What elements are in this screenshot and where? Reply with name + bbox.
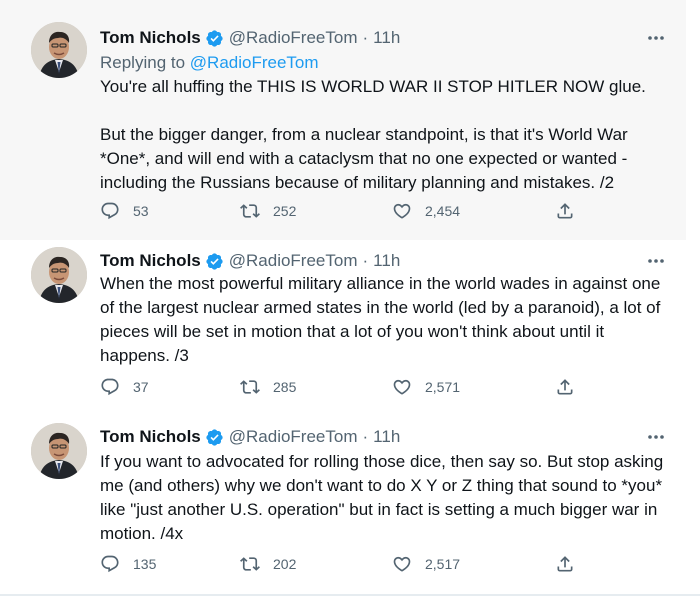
tweet-actions: 135 202 2,517 <box>100 554 590 578</box>
verified-badge-icon <box>206 428 223 446</box>
reply-count: 53 <box>133 203 149 219</box>
timestamp[interactable]: 11h <box>373 427 400 447</box>
tweet-text-line: motion. /4x <box>100 524 184 543</box>
reply-button[interactable]: 135 <box>100 554 156 574</box>
like-icon <box>393 379 411 395</box>
like-count: 2,517 <box>425 556 461 572</box>
tweet-header: Tom Nichols @RadioFreeTom · 11h <box>100 426 400 448</box>
tweet-text-line: pieces will be set in motion that a lot … <box>100 322 605 341</box>
share-icon <box>557 379 573 395</box>
reply-icon <box>101 202 119 220</box>
share-button[interactable] <box>555 201 575 221</box>
like-button[interactable]: 2,517 <box>392 554 460 574</box>
reply-icon <box>101 555 119 573</box>
share-button[interactable] <box>555 554 575 574</box>
author-name[interactable]: Tom Nichols <box>100 251 201 271</box>
share-icon <box>557 203 573 219</box>
retweet-count: 252 <box>273 203 297 219</box>
tweet-header: Tom Nichols @RadioFreeTom · 11h <box>100 250 400 272</box>
tweet-text-line: me (and others) why we don't want to do … <box>100 476 663 495</box>
tweet-header: Tom Nichols @RadioFreeTom · 11h <box>100 27 400 49</box>
retweet-icon <box>240 380 260 394</box>
verified-badge-icon <box>206 252 223 270</box>
retweet-icon <box>240 557 260 571</box>
timestamp[interactable]: 11h <box>373 28 400 48</box>
more-options-icon[interactable] <box>645 28 667 48</box>
author-photo <box>31 22 87 78</box>
bottom-divider <box>0 594 700 596</box>
replying-to: Replying to @RadioFreeTom <box>100 53 319 73</box>
tweet-text-line: But the bigger danger, from a nuclear st… <box>100 125 628 144</box>
tweet-actions: 53 252 2,454 <box>100 201 590 225</box>
tweet-text: You're all huffing the THIS IS WORLD WAR… <box>100 75 670 195</box>
reply-button[interactable]: 37 <box>100 377 149 397</box>
separator-dot: · <box>362 251 369 270</box>
tweet[interactable]: Tom Nichols @RadioFreeTom · 11h Replying… <box>0 0 686 240</box>
author-handle[interactable]: @RadioFreeTom <box>229 251 358 271</box>
tweet-text-line <box>100 99 670 123</box>
retweet-button[interactable]: 202 <box>240 554 296 574</box>
tweet-text-line: happens. /3 <box>100 346 189 365</box>
like-button[interactable]: 2,454 <box>392 201 460 221</box>
author-photo <box>31 247 87 303</box>
tweet-text: When the most powerful military alliance… <box>100 272 670 368</box>
like-icon <box>393 203 411 219</box>
more-options-icon[interactable] <box>645 251 667 271</box>
share-icon <box>557 556 573 572</box>
tweet-text-line: of the largest nuclear armed states in t… <box>100 298 661 317</box>
separator-dot: · <box>362 427 369 446</box>
like-count: 2,571 <box>425 379 461 395</box>
author-photo <box>31 423 87 479</box>
retweet-button[interactable]: 252 <box>240 201 296 221</box>
replying-to-label: Replying to <box>100 53 186 72</box>
avatar[interactable] <box>31 22 87 78</box>
tweet-text-line: including the Russians because of milita… <box>100 173 615 192</box>
more-options-icon[interactable] <box>645 427 667 447</box>
reply-count: 135 <box>133 556 157 572</box>
tweet-text-line: You're all huffing the THIS IS WORLD WAR… <box>100 77 646 96</box>
retweet-count: 285 <box>273 379 297 395</box>
avatar[interactable] <box>31 423 87 479</box>
timestamp[interactable]: 11h <box>373 251 400 271</box>
tweet-text-line: When the most powerful military alliance… <box>100 274 661 293</box>
like-count: 2,454 <box>425 203 461 219</box>
tweet-actions: 37 285 2,571 <box>100 377 590 401</box>
author-name[interactable]: Tom Nichols <box>100 28 201 48</box>
reply-button[interactable]: 53 <box>100 201 149 221</box>
verified-badge-icon <box>206 29 223 47</box>
retweet-button[interactable]: 285 <box>240 377 296 397</box>
tweet-text-line: *One*, and will end with a cataclysm tha… <box>100 149 628 168</box>
retweet-icon <box>240 204 260 218</box>
author-handle[interactable]: @RadioFreeTom <box>229 28 358 48</box>
reply-count: 37 <box>133 379 149 395</box>
like-button[interactable]: 2,571 <box>392 377 460 397</box>
reply-icon <box>101 378 119 396</box>
author-handle[interactable]: @RadioFreeTom <box>229 427 358 447</box>
replying-to-handle-link[interactable]: @RadioFreeTom <box>190 53 319 72</box>
tweet-text-line: If you want to advocated for rolling tho… <box>100 452 664 471</box>
tweet-text: If you want to advocated for rolling tho… <box>100 450 670 546</box>
separator-dot: · <box>362 28 369 47</box>
share-button[interactable] <box>555 377 575 397</box>
retweet-count: 202 <box>273 556 297 572</box>
like-icon <box>393 556 411 572</box>
tweet-text-line: like "just another U.S. operation" but i… <box>100 500 658 519</box>
avatar[interactable] <box>31 247 87 303</box>
author-name[interactable]: Tom Nichols <box>100 427 201 447</box>
